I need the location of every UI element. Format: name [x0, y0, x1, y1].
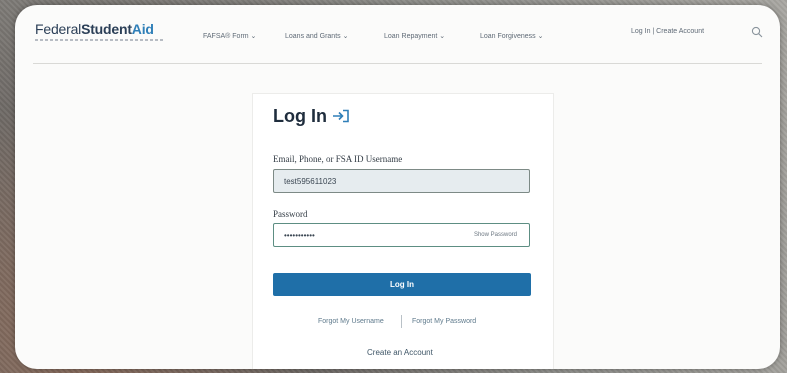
site-logo[interactable]: FederalStudentAid	[35, 21, 154, 37]
nav-loan-forgiveness[interactable]: Loan Forgiveness ⌄	[480, 32, 543, 40]
search-icon[interactable]	[751, 26, 763, 38]
site-header: FederalStudentAid FAFSA® Form ⌄ Loans an…	[15, 5, 780, 63]
password-value: •••••••••••	[284, 231, 315, 240]
account-links[interactable]: Log In | Create Account	[631, 28, 704, 35]
username-value: test595611023	[284, 177, 337, 186]
browser-screen: FederalStudentAid FAFSA® Form ⌄ Loans an…	[15, 5, 780, 369]
header-divider	[33, 63, 762, 64]
nav-loan-repayment[interactable]: Loan Repayment ⌄	[384, 32, 445, 40]
login-arrow-icon	[333, 109, 349, 123]
password-field[interactable]: ••••••••••• Show Password	[273, 223, 530, 247]
page-title: Log In	[273, 106, 327, 126]
nav-fafsa[interactable]: FAFSA® Form ⌄	[203, 32, 256, 40]
username-label: Email, Phone, or FSA ID Username	[273, 154, 403, 164]
show-password-toggle[interactable]: Show Password	[474, 232, 517, 238]
link-divider	[401, 315, 402, 328]
create-account-link[interactable]: Create an Account	[367, 348, 433, 357]
forgot-username-link[interactable]: Forgot My Username	[318, 318, 384, 325]
login-button[interactable]: Log In	[273, 273, 531, 296]
password-label: Password	[273, 209, 308, 219]
logo-tagline	[35, 39, 165, 41]
username-field[interactable]: test595611023	[273, 169, 530, 193]
nav-loans-grants[interactable]: Loans and Grants ⌄	[285, 32, 348, 40]
forgot-password-link[interactable]: Forgot My Password	[412, 318, 476, 325]
